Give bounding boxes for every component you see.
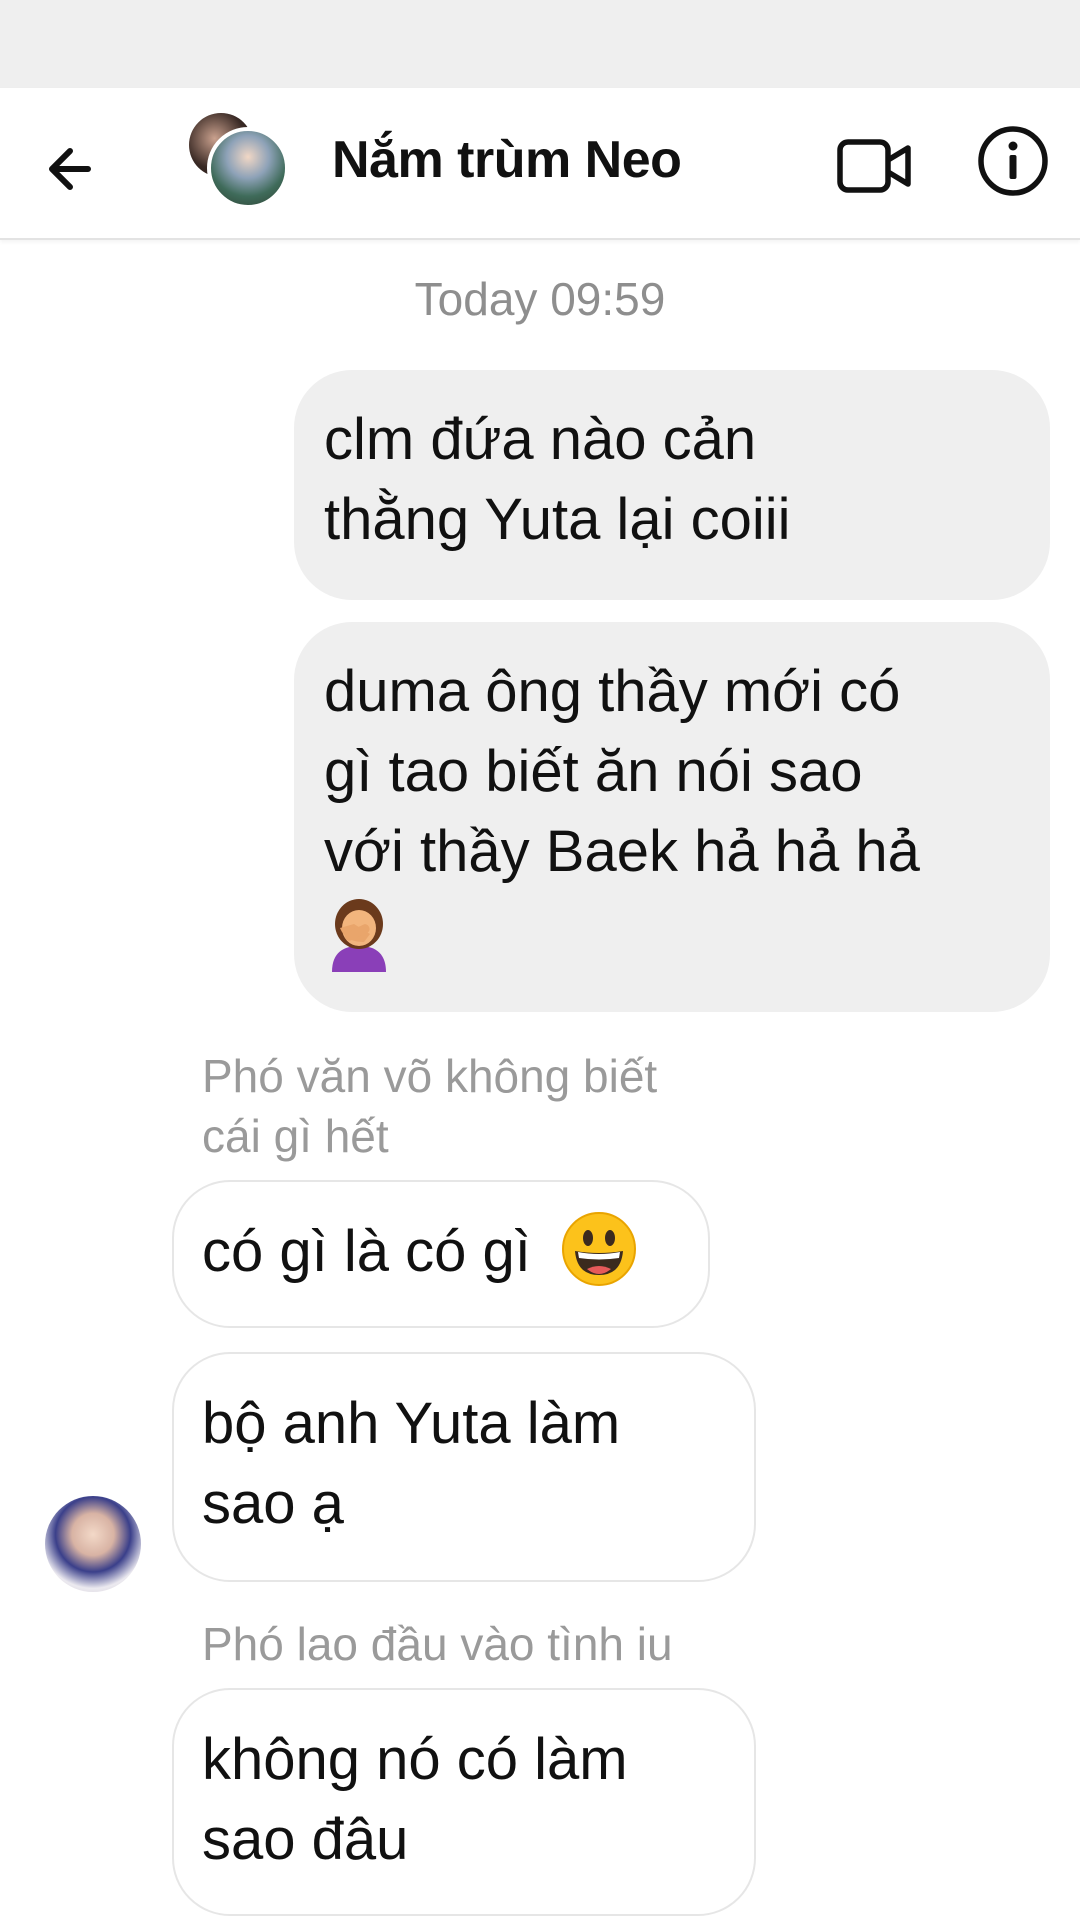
message-text: gì tao biết ăn nói sao [324, 739, 863, 804]
video-camera-icon [837, 139, 911, 193]
reply-text: Phó văn võ không biết [202, 1050, 658, 1102]
back-button[interactable] [40, 134, 110, 204]
message-text: không nó có làm [202, 1727, 628, 1792]
status-bar [0, 0, 1080, 88]
incoming-message[interactable]: có gì là có gì [172, 1180, 710, 1328]
sender-avatar[interactable] [45, 1496, 141, 1592]
reply-context: Phó văn võ không biết cái gì hết [202, 1046, 657, 1166]
message-timestamp: Today 09:59 [414, 273, 666, 325]
chat-title[interactable]: Nắm trùm Neo [332, 130, 682, 190]
message-text: duma ông thầy mới có [324, 659, 901, 724]
message-text: clm đứa nào cản [324, 407, 757, 472]
info-icon [978, 126, 1048, 196]
avatar [207, 127, 289, 209]
group-avatar[interactable] [185, 113, 295, 213]
incoming-message[interactable]: bộ anh Yuta làm sao ạ [172, 1352, 756, 1582]
incoming-message[interactable]: không nó có làm sao đâu [172, 1688, 756, 1916]
message-text: với thầy Baek hả hả hả [324, 819, 920, 884]
message-text: có gì là có gì [202, 1219, 531, 1284]
grinning-face-emoji [561, 1211, 636, 1286]
reply-context: Phó lao đầu vào tình iu [202, 1618, 673, 1670]
arrow-left-icon [49, 148, 91, 190]
woman-facepalming-emoji [332, 898, 386, 972]
video-call-button[interactable] [836, 128, 912, 204]
chat-header: Nắm trùm Neo [0, 88, 1080, 240]
outgoing-message[interactable]: clm đứa nào cản thằng Yuta lại coiii [294, 370, 1050, 600]
outgoing-message[interactable]: duma ông thầy mới có gì tao biết ăn nói … [294, 622, 1050, 1012]
message-text: sao đâu [202, 1807, 409, 1872]
message-text: bộ anh Yuta làm [202, 1391, 621, 1456]
info-button[interactable] [976, 124, 1050, 198]
message-text: sao ạ [202, 1471, 344, 1536]
message-text: thằng Yuta lại coiii [324, 487, 791, 552]
reply-text: cái gì hết [202, 1110, 389, 1162]
